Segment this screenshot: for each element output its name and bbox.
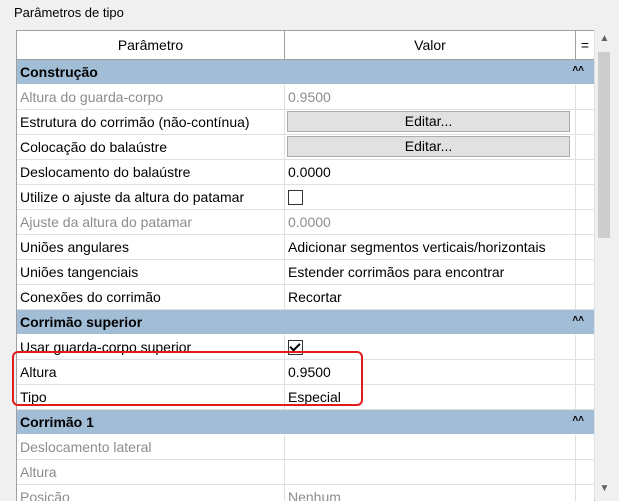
parameter-row: Usar guarda-corpo superior: [17, 335, 594, 360]
parameter-value-text: 0.0000: [288, 164, 331, 180]
collapse-chevron-icon[interactable]: ˄˄: [572, 410, 584, 430]
parameter-name: Uniões tangenciais: [17, 260, 285, 284]
grid-body: Construção ˄˄ Altura do guarda-corpo 0.9500…: [17, 60, 594, 501]
parameter-name: Altura: [17, 460, 285, 484]
parameter-checkbox[interactable]: [288, 339, 303, 355]
parameter-name: Conexões do corrimão: [17, 285, 285, 309]
parameter-row: Conexões do corrimão Recortar: [17, 285, 594, 310]
formula-cell[interactable]: [576, 160, 594, 184]
formula-cell[interactable]: [576, 85, 594, 109]
parameter-name: Uniões angulares: [17, 235, 285, 259]
parameter-value[interactable]: 0.0000: [285, 160, 576, 184]
panel-title: Parâmetros de tipo: [14, 5, 124, 20]
parameter-value[interactable]: [285, 185, 576, 209]
parameter-name: Posição: [17, 485, 285, 501]
parameter-row: Deslocamento lateral: [17, 435, 594, 460]
parameter-row: Deslocamento do balaústre 0.0000: [17, 160, 594, 185]
formula-cell[interactable]: [576, 460, 594, 484]
parameter-checkbox[interactable]: [288, 189, 303, 205]
scroll-up-arrow-icon[interactable]: ▲: [595, 30, 614, 48]
parameter-value[interactable]: 0.9500: [285, 360, 576, 384]
column-header-parameter[interactable]: Parâmetro: [17, 31, 285, 59]
parameter-row: Posição Nenhum: [17, 485, 594, 501]
parameter-value[interactable]: Adicionar segmentos verticais/horizontai…: [285, 235, 576, 259]
scrollbar-thumb[interactable]: [598, 52, 610, 238]
parameter-name: Altura: [17, 360, 285, 384]
formula-cell[interactable]: [576, 185, 594, 209]
parameter-row: Uniões tangenciais Estender corrimãos par…: [17, 260, 594, 285]
formula-cell[interactable]: [576, 360, 594, 384]
parameter-row: Colocação do balaústre Editar...: [17, 135, 594, 160]
section-label: Corrimão 1: [20, 414, 94, 430]
parameter-row: Altura: [17, 460, 594, 485]
parameter-value[interactable]: Estender corrimãos para encontrar: [285, 260, 576, 284]
parameter-row: Altura 0.9500: [17, 360, 594, 385]
formula-cell[interactable]: [576, 210, 594, 234]
formula-cell[interactable]: [576, 110, 594, 134]
parameter-name: Estrutura do corrimão (não-contínua): [17, 110, 285, 134]
formula-cell[interactable]: [576, 235, 594, 259]
parameter-name: Deslocamento lateral: [17, 435, 285, 459]
parameter-name: Tipo: [17, 385, 285, 409]
parameter-value-text: 0.9500: [288, 89, 331, 105]
vertical-scrollbar[interactable]: ▲ ▼: [594, 30, 614, 500]
parameter-value[interactable]: Recortar: [285, 285, 576, 309]
parameter-name: Colocação do balaústre: [17, 135, 285, 159]
parameter-value: Nenhum: [285, 485, 576, 501]
parameter-value: 0.0000: [285, 210, 576, 234]
formula-cell[interactable]: [576, 285, 594, 309]
formula-cell[interactable]: [576, 435, 594, 459]
formula-cell[interactable]: [576, 485, 594, 501]
parameter-value[interactable]: [285, 335, 576, 359]
parameter-name: Altura do guarda-corpo: [17, 85, 285, 109]
parameter-value: [285, 460, 576, 484]
parameter-name: Utilize o ajuste da altura do patamar: [17, 185, 285, 209]
parameter-value-text: Nenhum: [288, 489, 341, 501]
collapse-chevron-icon[interactable]: ˄˄: [572, 310, 584, 330]
formula-cell[interactable]: [576, 260, 594, 284]
grid-header: Parâmetro Valor =: [17, 31, 594, 60]
parameter-value[interactable]: Editar...: [285, 135, 576, 159]
parameter-row: Tipo Especial: [17, 385, 594, 410]
type-parameters-grid: Parâmetro Valor = Construção ˄˄ Altura do …: [16, 30, 595, 501]
parameter-value-text: Especial: [288, 389, 341, 405]
parameter-row: Ajuste da altura do patamar 0.0000: [17, 210, 594, 235]
parameter-value-text: 0.0000: [288, 214, 331, 230]
collapse-chevron-icon[interactable]: ˄˄: [572, 60, 584, 80]
parameter-value-text: Adicionar segmentos verticais/horizontai…: [288, 239, 546, 255]
parameter-row: Estrutura do corrimão (não-contínua) Edit…: [17, 110, 594, 135]
column-header-value[interactable]: Valor: [285, 31, 576, 59]
parameter-name: Deslocamento do balaústre: [17, 160, 285, 184]
edit-button[interactable]: Editar...: [287, 136, 570, 157]
parameter-value-text: Recortar: [288, 289, 342, 305]
parameter-value-text: Estender corrimãos para encontrar: [288, 264, 505, 280]
formula-cell[interactable]: [576, 385, 594, 409]
scroll-down-arrow-icon[interactable]: ▼: [595, 480, 614, 498]
parameter-value-text: 0.9500: [288, 364, 331, 380]
edit-button[interactable]: Editar...: [287, 111, 570, 132]
section-header[interactable]: Corrimão 1 ˄˄: [17, 410, 594, 435]
section-header[interactable]: Corrimão superior ˄˄: [17, 310, 594, 335]
parameter-row: Uniões angulares Adicionar segmentos vert…: [17, 235, 594, 260]
parameter-name: Ajuste da altura do patamar: [17, 210, 285, 234]
parameter-value[interactable]: Especial: [285, 385, 576, 409]
section-header[interactable]: Construção ˄˄: [17, 60, 594, 85]
formula-cell[interactable]: [576, 135, 594, 159]
section-label: Corrimão superior: [20, 314, 143, 330]
parameter-value: [285, 435, 576, 459]
parameter-value[interactable]: Editar...: [285, 110, 576, 134]
parameter-name: Usar guarda-corpo superior: [17, 335, 285, 359]
formula-cell[interactable]: [576, 335, 594, 359]
parameter-value: 0.9500: [285, 85, 576, 109]
parameter-row: Altura do guarda-corpo 0.9500: [17, 85, 594, 110]
section-label: Construção: [20, 64, 98, 80]
parameter-row: Utilize o ajuste da altura do patamar: [17, 185, 594, 210]
column-header-formula[interactable]: =: [576, 31, 594, 59]
